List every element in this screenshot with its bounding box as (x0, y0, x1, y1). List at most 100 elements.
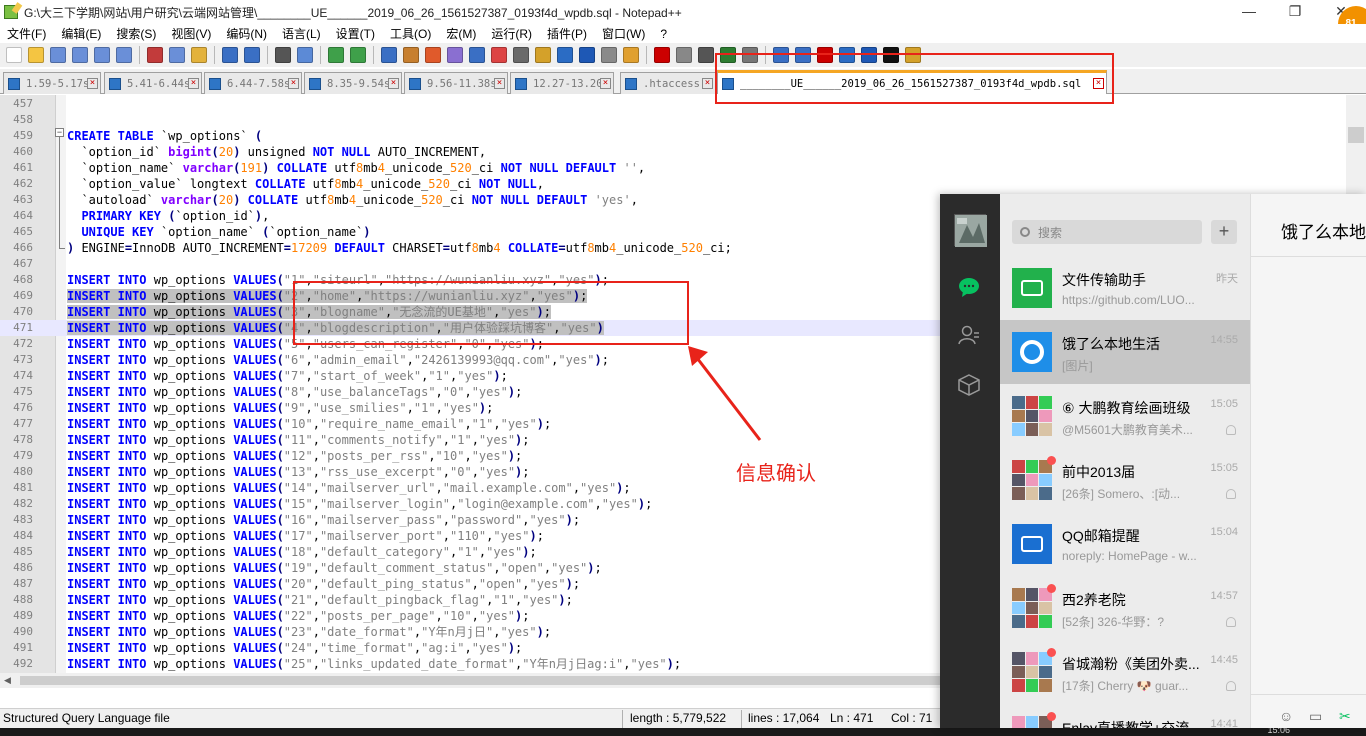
undo-icon[interactable] (244, 47, 260, 63)
chat-item[interactable]: Enlay直播教学+交流 14:41 (1000, 704, 1250, 728)
tab-close-icon[interactable]: × (188, 78, 199, 89)
play-icon[interactable] (654, 47, 670, 63)
search-input[interactable]: 搜索 (1012, 220, 1202, 244)
code-line[interactable]: 459 CREATE TABLE `wp_options` ( (0, 128, 1346, 144)
chat-item[interactable]: 前中2013届 [26条] Somero、:[动... 15:05 (1000, 448, 1250, 512)
file-tab[interactable]: 6.44-7.58s × (204, 72, 302, 94)
scroll-left-icon[interactable]: ◀ (4, 675, 11, 686)
code-line[interactable]: 458 (0, 112, 1346, 128)
menu-item[interactable]: 设置(T) (329, 25, 383, 42)
tab-close-icon[interactable]: × (388, 78, 399, 89)
menu-item[interactable]: 宏(M) (439, 25, 484, 42)
zoom-out-icon[interactable] (381, 47, 397, 63)
plugin-icon[interactable] (861, 47, 877, 63)
doc-map-icon[interactable] (513, 47, 529, 63)
menu-item[interactable]: 运行(R) (484, 25, 540, 42)
stop-icon[interactable] (623, 47, 639, 63)
file-tab[interactable]: 5.41-6.44s × (104, 72, 202, 94)
chat-nav-icon[interactable] (958, 276, 980, 298)
menu-item[interactable]: 编码(N) (219, 25, 275, 42)
chat-item[interactable]: QQ邮箱提醒 noreply: HomePage - w... 15:04 (1000, 512, 1250, 576)
user-avatar[interactable] (954, 214, 987, 247)
file-tab[interactable]: 1.59-5.17s × (3, 72, 101, 94)
fold-toggle-icon[interactable]: − (55, 128, 64, 137)
close-all-icon[interactable] (116, 47, 132, 63)
replace-icon[interactable] (328, 47, 344, 63)
folder-icon[interactable]: ▭ (1309, 708, 1327, 724)
play-multiple-icon[interactable] (676, 47, 692, 63)
new-file-icon[interactable] (6, 47, 22, 63)
zoom-in-icon[interactable] (350, 47, 366, 63)
chat-item[interactable]: 西2养老院 [52条] 326-华野：? 14:57 (1000, 576, 1250, 640)
menu-item[interactable]: 文件(F) (0, 25, 54, 42)
tab-close-icon[interactable]: × (600, 78, 611, 89)
code-line[interactable]: 457 (0, 96, 1346, 112)
chat-preview: [图片] (1062, 359, 1093, 373)
menu-item[interactable]: 视图(V) (164, 25, 219, 42)
menu-item[interactable]: ? (653, 27, 675, 41)
emoji-icon[interactable]: ☺ (1279, 708, 1297, 724)
plugin-icon[interactable] (905, 47, 921, 63)
record-icon[interactable] (601, 47, 617, 63)
view-icon[interactable] (742, 47, 758, 63)
print-icon[interactable] (147, 47, 163, 63)
fold-end (59, 248, 65, 249)
tab-close-icon[interactable]: × (87, 78, 98, 89)
redo-icon[interactable] (275, 47, 291, 63)
chat-item[interactable]: 省城瀚粉《美团外卖... [17条] Cherry 🐶 guar... 14:45 (1000, 640, 1250, 704)
open-file-icon[interactable] (28, 47, 44, 63)
close-icon[interactable] (94, 47, 110, 63)
menu-item[interactable]: 工具(O) (383, 25, 439, 42)
file-tab[interactable]: 8.35-9.54s × (304, 72, 402, 94)
function-list-icon[interactable] (535, 47, 551, 63)
save-icon[interactable] (50, 47, 66, 63)
copy-icon[interactable] (191, 47, 207, 63)
plugin-icon[interactable] (839, 47, 855, 63)
folder-workspace-icon[interactable] (557, 47, 573, 63)
save-macro-icon[interactable] (698, 47, 714, 63)
plugin-icon[interactable] (817, 47, 833, 63)
chat-item[interactable]: 文件传输助手 https://github.com/LUO... 昨天 (1000, 256, 1250, 320)
find-icon[interactable] (297, 47, 313, 63)
tab-close-icon[interactable]: × (288, 78, 299, 89)
code-line[interactable]: 462 `option_value` longtext COLLATE utf8… (0, 176, 1346, 192)
menu-item[interactable]: 语言(L) (275, 25, 329, 42)
indent-icon[interactable] (469, 47, 485, 63)
add-chat-button[interactable]: + (1211, 220, 1237, 244)
tab-close-icon[interactable]: × (702, 78, 713, 89)
code-line[interactable]: 460 `option_id` bigint(20) unsigned NOT … (0, 144, 1346, 160)
chat-item[interactable]: ⑥ 大鹏教育绘画班级 @M5601大鹏教育美术... 15:05 (1000, 384, 1250, 448)
plugin-icon[interactable] (883, 47, 899, 63)
menu-item[interactable]: 插件(P) (540, 25, 595, 42)
menu-item[interactable]: 搜索(S) (109, 25, 164, 42)
scissors-icon[interactable]: ✂ (1339, 708, 1357, 724)
code-line[interactable]: 461 `option_name` varchar(191) COLLATE u… (0, 160, 1346, 176)
paste-icon[interactable] (222, 47, 238, 63)
tab-close-icon[interactable]: × (494, 78, 505, 89)
favorites-nav-icon[interactable] (958, 374, 980, 396)
all-chars-icon[interactable] (447, 47, 463, 63)
plugin-icon[interactable] (773, 47, 789, 63)
tab-close-icon[interactable]: × (1093, 78, 1104, 89)
file-tab[interactable]: ________UE______2019_06_26_1561527387_01… (717, 70, 1107, 94)
file-tab[interactable]: 12.27-13.20s× (510, 72, 614, 94)
vertical-scroll-thumb[interactable] (1348, 127, 1364, 143)
udl-icon[interactable] (491, 47, 507, 63)
sync-icon[interactable] (403, 47, 419, 63)
file-tab[interactable]: 9.56-11.38s × (404, 72, 508, 94)
horizontal-scroll-thumb[interactable] (20, 676, 940, 685)
chat-item[interactable]: 饿了么本地生活 [图片] 14:55 (1000, 320, 1250, 384)
save-all-icon[interactable] (72, 47, 88, 63)
wrap-icon[interactable] (425, 47, 441, 63)
maximize-button[interactable]: ❐ (1272, 0, 1318, 24)
plugin-icon[interactable] (795, 47, 811, 63)
menu-item[interactable]: 编辑(E) (54, 25, 109, 42)
run-icon[interactable] (720, 47, 736, 63)
cut-icon[interactable] (169, 47, 185, 63)
file-tab[interactable]: .htaccess × (620, 72, 716, 94)
minimize-button[interactable]: — (1226, 0, 1272, 24)
menu-item[interactable]: 窗口(W) (595, 25, 653, 42)
monitor-icon[interactable] (579, 47, 595, 63)
contacts-nav-icon[interactable] (958, 324, 980, 346)
line-number: 466 (13, 241, 33, 254)
